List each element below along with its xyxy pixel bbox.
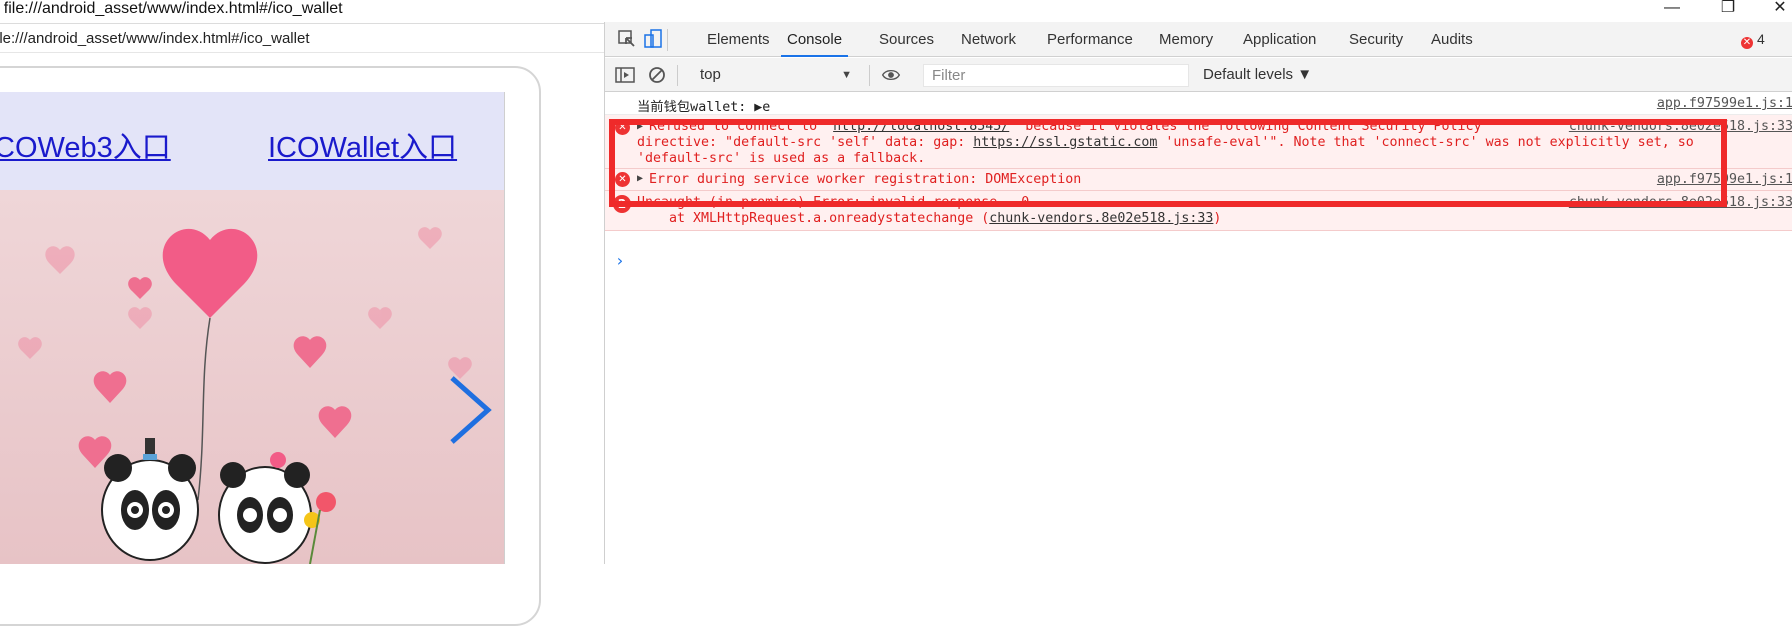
eye-icon[interactable] [881, 65, 901, 85]
nav-band: COWeb3入口 ICOWallet入口 [0, 92, 504, 190]
text-part: at XMLHttpRequest.a.onreadystatechange ( [637, 211, 990, 226]
gstatic-link[interactable]: https://ssl.gstatic.com [973, 135, 1157, 150]
context-selector[interactable]: top ▼ [690, 63, 862, 87]
message-source[interactable]: app.f97599e1.js:1 [1657, 96, 1792, 111]
devtools-panel: Elements Console Sources Network Perform… [604, 22, 1792, 564]
tab-application[interactable]: Application [1243, 22, 1316, 57]
log-levels-dropdown[interactable]: Default levels ▼ [1195, 63, 1312, 87]
repeat-count-badge: 2 [613, 195, 631, 213]
console-message: 当前钱包wallet: ▶e app.f97599e1.js:1 [605, 93, 1792, 115]
text-part: Refused to connect to ' [649, 119, 834, 134]
stack-trace-line: at XMLHttpRequest.a.onreadystatechange (… [637, 211, 1221, 226]
device-viewport: COWeb3入口 ICOWallet入口 [0, 54, 604, 626]
nav-link-icoweb3[interactable]: COWeb3入口 [0, 124, 171, 166]
clear-console-icon[interactable] [647, 65, 667, 85]
toolbar-separator [869, 65, 870, 86]
nav-link-icowallet[interactable]: ICOWallet入口 [268, 124, 457, 166]
error-count-badge[interactable]: ✕ 4 [1741, 22, 1765, 57]
text-part: ) [1213, 211, 1222, 226]
tab-console[interactable]: Console [781, 22, 849, 57]
console-error-message: ✕ ▶ Refused to connect to 'http://localh… [605, 115, 1792, 169]
tab-performance[interactable]: Performance [1047, 22, 1133, 57]
message-text-line2: directive: "default-src 'self' data: gap… [637, 135, 1694, 150]
console-error-message: 2 Uncaught (in promise) Error: invalid r… [605, 191, 1792, 231]
message-text: Error during service worker registration… [649, 172, 1082, 187]
filter-placeholder: Filter [932, 67, 966, 84]
banner-image [0, 190, 504, 564]
expand-triangle-icon[interactable]: ▶ [637, 173, 643, 184]
device-toolbar-icon[interactable] [643, 29, 663, 49]
show-sidebar-icon[interactable] [615, 65, 635, 85]
next-slide-arrow[interactable] [442, 370, 502, 450]
message-source[interactable]: chunk-vendors.8e02e518.js:33 [1569, 195, 1792, 210]
message-text: Refused to connect to 'http://localhost:… [649, 119, 1482, 134]
message-source[interactable]: app.f97599e1.js:1 [1657, 172, 1792, 187]
text-part: directive: "default-src 'self' data: gap… [637, 135, 974, 150]
tab-security[interactable]: Security [1349, 22, 1403, 57]
message-text: Uncaught (in promise) Error: invalid res… [637, 195, 1030, 210]
console-prompt[interactable]: › [615, 251, 625, 270]
stack-trace-link[interactable]: chunk-vendors.8e02e518.js:33 [989, 211, 1213, 226]
chevron-right-icon [450, 376, 492, 444]
restore-button[interactable]: ❐ [1708, 0, 1748, 20]
console-toolbar: top ▼ Filter Default levels ▼ [605, 58, 1792, 92]
error-x-icon: ✕ [1741, 37, 1753, 49]
minimize-button[interactable]: — [1652, 0, 1692, 20]
tab-elements[interactable]: Elements [707, 22, 770, 57]
panda-illustration [18, 227, 472, 564]
message-text[interactable]: 当前钱包wallet: ▶e [637, 96, 770, 115]
app-screen: COWeb3入口 ICOWallet入口 [0, 92, 505, 564]
devtools-tabbar: Elements Console Sources Network Perform… [605, 22, 1792, 57]
address-bar[interactable]: ile:///android_asset/www/index.html#/ico… [0, 23, 604, 53]
text-part: 'unsafe-eval'". Note that 'connect-src' … [1157, 135, 1694, 150]
address-url: ile:///android_asset/www/index.html#/ico… [0, 30, 310, 47]
toolbar-separator [677, 65, 678, 86]
window-title: - file:///android_asset/www/index.html#/… [0, 0, 343, 17]
tab-separator [667, 29, 668, 51]
caret-down-icon: ▼ [841, 69, 852, 81]
message-text-line3: 'default-src' is used as a fallback. [637, 151, 926, 166]
localhost-link[interactable]: http://localhost:8545/ [833, 119, 1009, 134]
console-error-message: ✕ ▶ Error during service worker registra… [605, 169, 1792, 191]
error-icon: ✕ [615, 120, 630, 135]
message-source[interactable]: chunk-vendors.8e02e518.js:33 [1569, 119, 1792, 134]
close-button[interactable]: ✕ [1760, 0, 1792, 20]
tab-sources[interactable]: Sources [879, 22, 934, 57]
console-output: 当前钱包wallet: ▶e app.f97599e1.js:1 ✕ ▶ Ref… [605, 93, 1792, 564]
inspect-element-icon[interactable] [617, 29, 637, 49]
context-value: top [700, 66, 721, 83]
filter-input[interactable]: Filter [923, 64, 1189, 87]
text-part: ' because it violates the following Cont… [1009, 119, 1482, 134]
expand-triangle-icon[interactable]: ▶ [637, 121, 643, 132]
tab-audits[interactable]: Audits [1431, 22, 1473, 57]
tab-network[interactable]: Network [961, 22, 1016, 57]
window-titlebar: - file:///android_asset/www/index.html#/… [0, 0, 1792, 22]
error-icon: ✕ [615, 172, 630, 187]
tab-memory[interactable]: Memory [1159, 22, 1213, 57]
error-count: 4 [1757, 31, 1765, 47]
